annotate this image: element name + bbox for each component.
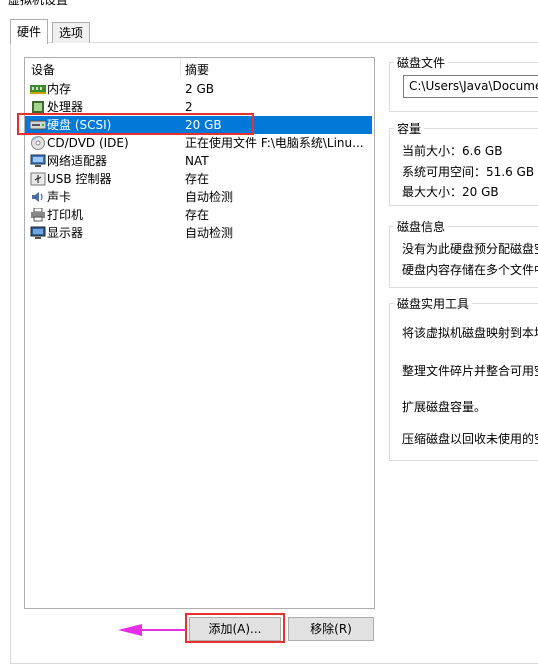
- disk-file-path-input[interactable]: C:\Users\Java\Documen: [403, 75, 538, 98]
- processor-icon: [30, 100, 46, 114]
- add-button-highlight-box: [185, 613, 285, 643]
- hard-disk-highlight-box: [17, 113, 254, 135]
- remove-button[interactable]: 移除(R): [288, 617, 374, 641]
- disk-utilities-label: 磁盘实用工具: [394, 295, 473, 312]
- disk-info-group: [389, 226, 538, 288]
- tab-hardware[interactable]: 硬件: [10, 19, 49, 44]
- device-name: 打印机: [47, 208, 84, 222]
- compact-disk-text: 压缩磁盘以回收未使用的空: [402, 432, 538, 446]
- device-row-memory[interactable]: 内存 2 GB: [25, 80, 372, 98]
- device-row-sound-card[interactable]: 声卡 自动检测: [25, 188, 372, 206]
- column-header-device[interactable]: 设备: [31, 61, 55, 78]
- device-row-printer[interactable]: 打印机 存在: [25, 206, 372, 224]
- defragment-text: 整理文件碎片并整合可用空: [402, 364, 538, 378]
- arrow-icon: [118, 624, 186, 636]
- max-size-text: 最大大小：20 GB: [402, 185, 499, 199]
- expand-disk-text: 扩展磁盘容量。: [402, 400, 487, 414]
- disk-info-line-1: 没有为此硬盘预分配磁盘空: [402, 242, 538, 256]
- device-summary: 存在: [185, 172, 210, 186]
- map-disk-text: 将该虚拟机磁盘映射到本地: [402, 326, 538, 340]
- network-adapter-icon: [30, 154, 46, 168]
- printer-icon: [30, 207, 46, 222]
- disk-file-label: 磁盘文件: [394, 54, 449, 71]
- available-space-text: 系统可用空间：51.6 GB: [402, 165, 535, 179]
- column-separator: [180, 58, 181, 78]
- column-header-summary[interactable]: 摘要: [185, 61, 209, 78]
- disk-info-line-2: 硬盘内容存储在多个文件中: [402, 263, 538, 277]
- device-summary: 2 GB: [185, 82, 214, 96]
- device-name: 显示器: [47, 226, 84, 240]
- memory-icon: [30, 82, 46, 96]
- sound-card-icon: [30, 190, 46, 204]
- device-row-cd-dvd[interactable]: CD/DVD (IDE) 正在使用文件 F:\电脑系统\Linu...: [25, 134, 372, 152]
- display-icon: [30, 226, 46, 240]
- device-name: 内存: [47, 82, 72, 96]
- disk-info-label: 磁盘信息: [394, 218, 449, 235]
- usb-icon: [30, 172, 46, 186]
- device-row-usb-controller[interactable]: USB 控制器 存在: [25, 170, 372, 188]
- device-name: 声卡: [47, 190, 72, 204]
- device-name: 网络适配器: [47, 154, 108, 168]
- current-size-text: 当前大小：6.6 GB: [402, 144, 503, 158]
- device-summary: 自动检测: [185, 190, 234, 204]
- device-name: USB 控制器: [47, 172, 112, 186]
- device-summary: 自动检测: [185, 226, 234, 240]
- device-name: CD/DVD (IDE): [47, 136, 129, 150]
- cd-dvd-icon: [30, 136, 46, 150]
- device-row-display[interactable]: 显示器 自动检测: [25, 224, 372, 242]
- device-row-network-adapter[interactable]: 网络适配器 NAT: [25, 152, 372, 170]
- device-summary: 存在: [185, 208, 210, 222]
- window-title: 虚拟机设置: [8, 0, 69, 7]
- device-summary: 正在使用文件 F:\电脑系统\Linu...: [185, 136, 364, 150]
- tab-options[interactable]: 选项: [52, 22, 91, 43]
- device-summary: NAT: [185, 154, 209, 168]
- capacity-label: 容量: [394, 120, 425, 137]
